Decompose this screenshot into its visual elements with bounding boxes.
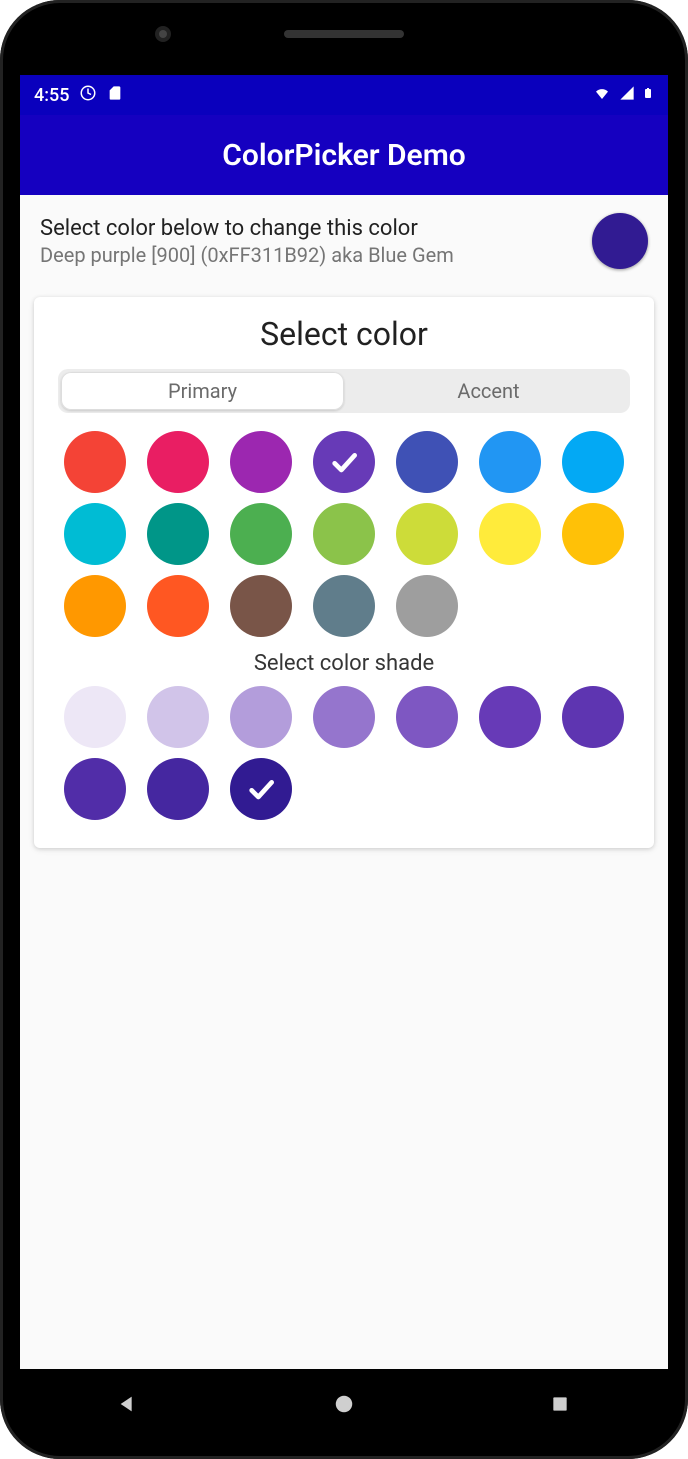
picker-tabs: Primary Accent bbox=[58, 369, 630, 413]
nav-recent-button[interactable] bbox=[540, 1384, 580, 1424]
shade-swatch-900[interactable] bbox=[230, 758, 292, 820]
color-swatch-purple[interactable] bbox=[230, 431, 292, 493]
android-nav-bar bbox=[20, 1369, 668, 1439]
shade-swatch-300[interactable] bbox=[313, 686, 375, 748]
color-swatch-light-blue[interactable] bbox=[562, 431, 624, 493]
selected-color-swatch bbox=[592, 213, 648, 269]
earpiece-speaker bbox=[284, 30, 404, 38]
check-icon bbox=[313, 431, 375, 493]
color-picker-card: Select color Primary Accent Select color… bbox=[34, 297, 654, 848]
front-camera bbox=[155, 26, 171, 42]
color-swatch-blue[interactable] bbox=[479, 431, 541, 493]
selected-color-row: Select color below to change this color … bbox=[20, 195, 668, 279]
color-swatch-orange[interactable] bbox=[64, 575, 126, 637]
color-swatch-yellow[interactable] bbox=[479, 503, 541, 565]
selected-color-title: Select color below to change this color bbox=[40, 216, 580, 241]
shades-grid bbox=[58, 686, 630, 820]
shade-swatch-700[interactable] bbox=[64, 758, 126, 820]
device-inner: 4:55 bbox=[20, 20, 668, 1439]
color-swatch-amber[interactable] bbox=[562, 503, 624, 565]
color-swatch-light-green[interactable] bbox=[313, 503, 375, 565]
shade-swatch-400[interactable] bbox=[396, 686, 458, 748]
tab-accent-label: Accent bbox=[457, 379, 519, 403]
check-icon bbox=[230, 758, 292, 820]
picker-title: Select color bbox=[58, 315, 630, 353]
clock-app-icon bbox=[79, 84, 97, 107]
signal-icon bbox=[618, 85, 636, 106]
shade-swatch-500[interactable] bbox=[479, 686, 541, 748]
shade-swatch-100[interactable] bbox=[147, 686, 209, 748]
tab-primary-label: Primary bbox=[168, 379, 237, 403]
color-swatch-blue-grey[interactable] bbox=[313, 575, 375, 637]
color-swatch-indigo[interactable] bbox=[396, 431, 458, 493]
color-swatch-grey[interactable] bbox=[396, 575, 458, 637]
color-swatch-teal[interactable] bbox=[147, 503, 209, 565]
color-swatch-cyan[interactable] bbox=[64, 503, 126, 565]
nav-home-button[interactable] bbox=[324, 1384, 364, 1424]
status-time: 4:55 bbox=[34, 85, 69, 106]
sdcard-icon bbox=[107, 84, 123, 107]
status-bar: 4:55 bbox=[20, 75, 668, 115]
color-swatch-red[interactable] bbox=[64, 431, 126, 493]
shade-swatch-50[interactable] bbox=[64, 686, 126, 748]
battery-icon bbox=[642, 84, 654, 107]
app-bar-title: ColorPicker Demo bbox=[222, 138, 466, 173]
shade-swatch-200[interactable] bbox=[230, 686, 292, 748]
color-swatch-deep-purple[interactable] bbox=[313, 431, 375, 493]
nav-back-button[interactable] bbox=[108, 1384, 148, 1424]
device-frame: 4:55 bbox=[0, 0, 688, 1459]
color-swatch-brown[interactable] bbox=[230, 575, 292, 637]
shade-title: Select color shade bbox=[58, 651, 630, 676]
screen: 4:55 bbox=[20, 75, 668, 1369]
color-swatch-deep-orange[interactable] bbox=[147, 575, 209, 637]
shade-swatch-800[interactable] bbox=[147, 758, 209, 820]
tab-primary[interactable]: Primary bbox=[61, 372, 344, 410]
tab-accent[interactable]: Accent bbox=[347, 369, 630, 413]
color-swatch-pink[interactable] bbox=[147, 431, 209, 493]
color-swatch-green[interactable] bbox=[230, 503, 292, 565]
app-bar: ColorPicker Demo bbox=[20, 115, 668, 195]
wifi-icon bbox=[592, 85, 612, 106]
color-swatch-lime[interactable] bbox=[396, 503, 458, 565]
selected-color-subtitle: Deep purple [900] (0xFF311B92) aka Blue … bbox=[40, 243, 580, 267]
shade-swatch-600[interactable] bbox=[562, 686, 624, 748]
colors-grid bbox=[58, 431, 630, 637]
